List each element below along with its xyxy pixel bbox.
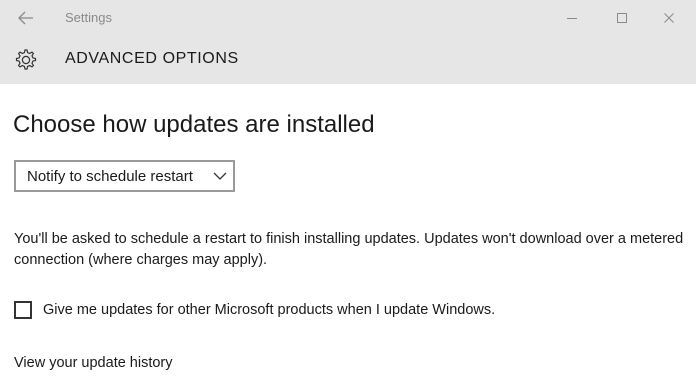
install-mode-dropdown[interactable]: Notify to schedule restart [14,160,235,192]
back-button[interactable] [12,4,40,32]
close-button[interactable] [654,4,684,32]
page-title: ADVANCED OPTIONS [65,50,239,67]
minimize-button[interactable] [557,4,587,32]
title-bar: Settings [0,0,696,36]
other-products-label[interactable]: Give me updates for other Microsoft prod… [43,302,495,318]
window-title: Settings [65,10,112,25]
close-icon [664,13,674,23]
section-heading: Choose how updates are installed [13,111,375,138]
gear-icon [15,49,37,70]
chevron-down-icon [213,172,227,180]
update-history-link[interactable]: View your update history [14,355,173,371]
install-mode-description: You'll be asked to schedule a restart to… [14,231,684,268]
page-header: ADVANCED OPTIONS [0,36,696,84]
settings-window: Settings ADVANCED OPTIONS Choose how upd… [0,0,696,385]
maximize-button[interactable] [607,4,637,32]
minimize-icon [567,18,577,19]
dropdown-selected-value: Notify to schedule restart [27,167,193,185]
maximize-icon [617,13,627,23]
other-products-option[interactable]: Give me updates for other Microsoft prod… [14,299,495,321]
other-products-checkbox[interactable] [14,301,32,319]
arrow-left-icon [18,11,33,25]
